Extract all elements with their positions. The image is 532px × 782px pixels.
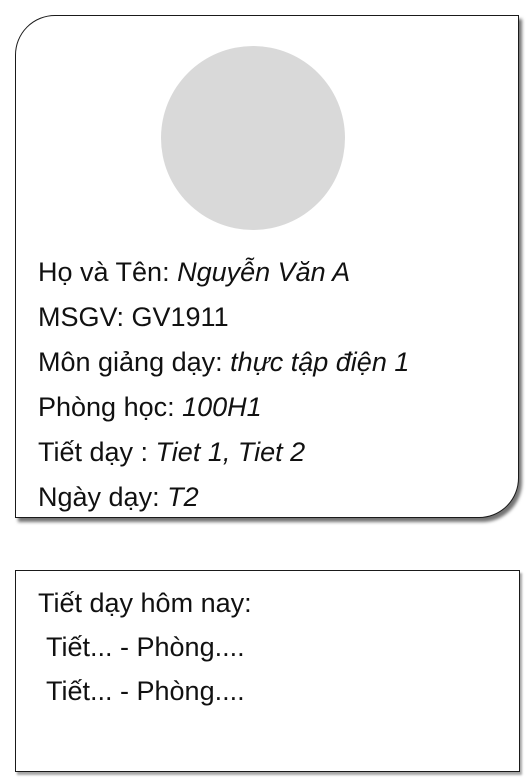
- subject-value: thực tập điện 1: [230, 347, 410, 377]
- schedule-item[interactable]: Tiết... - Phòng....: [46, 669, 245, 713]
- periods-label: Tiết dạy :: [38, 437, 156, 467]
- subject-row: Môn giảng dạy: thực tập điện 1: [38, 340, 510, 385]
- subject-label: Môn giảng dạy:: [38, 347, 231, 377]
- teaching-day-label: Ngày dạy:: [38, 482, 168, 512]
- teaching-day-value: T2: [167, 482, 199, 512]
- avatar: [161, 46, 345, 230]
- room-row: Phòng học: 100H1: [38, 385, 510, 430]
- teaching-day-row: Ngày dạy: T2: [38, 475, 510, 520]
- periods-row: Tiết dạy : Tiet 1, Tiet 2: [38, 430, 510, 475]
- full-name-row: Họ và Tên: Nguyễn Văn A: [38, 250, 510, 295]
- teacher-id-row: MSGV: GV1911: [38, 295, 510, 340]
- periods-value: Tiet 1, Tiet 2: [155, 437, 306, 467]
- teacher-profile-card: Họ và Tên: Nguyễn Văn A MSGV: GV1911 Môn…: [15, 15, 519, 518]
- schedule-list: Tiết... - Phòng.... Tiết... - Phòng....: [46, 625, 245, 713]
- room-value: 100H1: [182, 392, 262, 422]
- full-name-value: Nguyễn Văn A: [177, 257, 351, 287]
- profile-info: Họ và Tên: Nguyễn Văn A MSGV: GV1911 Môn…: [38, 250, 510, 520]
- schedule-item[interactable]: Tiết... - Phòng....: [46, 625, 245, 669]
- teacher-id-text: MSGV: GV1911: [38, 302, 229, 332]
- schedule-title: Tiết dạy hôm nay:: [38, 588, 252, 618]
- full-name-label: Họ và Tên:: [38, 257, 178, 287]
- today-schedule-card: Tiết dạy hôm nay: Tiết... - Phòng.... Ti…: [15, 570, 520, 772]
- room-label: Phòng học:: [38, 392, 183, 422]
